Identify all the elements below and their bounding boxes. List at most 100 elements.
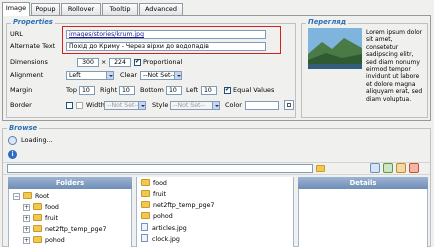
proportional-checkbox[interactable] — [134, 58, 141, 66]
folder-icon — [141, 201, 150, 208]
expand-icon[interactable]: + — [23, 204, 30, 211]
folder-icon — [141, 212, 150, 219]
tree-item-root[interactable]: − Root — [13, 192, 49, 202]
chevron-down-icon — [174, 72, 181, 79]
tree-item-label: fruit — [45, 215, 59, 222]
collapse-icon[interactable]: − — [13, 193, 20, 200]
dimension-separator: × — [101, 58, 107, 66]
border-style-value: --Not Set-- — [173, 102, 205, 109]
clear-select[interactable]: --Not Set-- — [140, 71, 182, 80]
path-input[interactable] — [7, 164, 313, 173]
list-item[interactable]: fruit — [141, 190, 166, 200]
dimensions-label: Dimensions — [10, 58, 48, 66]
browse-legend: Browse — [7, 124, 40, 132]
alignment-label: Alignment — [10, 71, 44, 79]
equal-values-checkbox[interactable] — [224, 86, 231, 94]
color-picker-button[interactable] — [284, 100, 294, 110]
alignment-select[interactable]: Left — [66, 71, 114, 80]
tab-tooltip[interactable]: Tooltip — [102, 3, 138, 15]
proportional-label: Proportional — [143, 58, 183, 66]
chevron-down-icon — [106, 72, 113, 79]
loading-spinner-icon — [8, 136, 17, 145]
border-style-label: Style — [152, 101, 169, 109]
folder-icon — [33, 236, 42, 243]
equal-values-label: Equal Values — [233, 86, 275, 94]
margin-right-input[interactable]: 10 — [119, 86, 135, 95]
expand-icon[interactable]: + — [23, 215, 30, 222]
border-width-value: --Not Set-- — [107, 102, 139, 109]
folders-header: Folders — [8, 177, 132, 189]
width-input[interactable]: 300 — [77, 58, 99, 67]
border-width-label: Width — [86, 101, 105, 109]
alignment-value: Left — [69, 72, 81, 79]
list-item-label: net2ftp_temp_pge7 — [153, 202, 215, 209]
new-folder-icon[interactable] — [396, 163, 406, 173]
url-label: URL — [10, 30, 23, 38]
tree-item-label: pohod — [45, 237, 65, 244]
loading-text: Loading... — [21, 136, 53, 144]
folder-icon — [141, 179, 150, 186]
tab-image[interactable]: Image — [2, 2, 30, 16]
info-icon[interactable]: i — [8, 150, 17, 159]
list-item[interactable]: articles.jpg — [141, 223, 187, 233]
preview-legend: Перегляд — [306, 18, 349, 26]
list-item-label: clock.jpg — [152, 236, 180, 243]
tree-item-food[interactable]: + food — [23, 203, 59, 213]
tree-item-label: food — [45, 204, 59, 211]
list-item-label: articles.jpg — [152, 225, 187, 232]
border-checkbox[interactable] — [66, 102, 73, 109]
border-width-select[interactable]: --Not Set-- — [104, 101, 146, 110]
details-pane — [298, 189, 428, 247]
chevron-down-icon — [138, 102, 145, 109]
folders-tree: − Root + food + fruit + net2ftp_temp_pge7 + p… — [8, 189, 132, 247]
list-item[interactable]: clock.jpg — [141, 234, 180, 244]
tree-item-label: Root — [35, 193, 50, 200]
clear-label: Clear — [120, 71, 137, 79]
list-item[interactable]: pohod — [141, 212, 173, 222]
tab-rollover[interactable]: Rollover — [61, 3, 101, 15]
folder-icon — [33, 203, 42, 210]
image-file-icon — [141, 223, 148, 231]
clear-value: --Not Set-- — [143, 72, 175, 79]
folder-up-icon[interactable] — [316, 163, 326, 173]
margin-label: Margin — [10, 86, 33, 94]
properties-legend: Properties — [11, 18, 55, 26]
tree-item-net2ftp[interactable]: + net2ftp_temp_pge7 — [23, 225, 107, 235]
border-width-checkbox[interactable] — [76, 102, 83, 109]
margin-bottom-input[interactable]: 10 — [166, 86, 182, 95]
tab-popup[interactable]: Popup — [31, 3, 60, 15]
margin-left-input[interactable]: 10 — [201, 86, 217, 95]
view-details-icon[interactable] — [370, 163, 380, 173]
folder-icon — [33, 225, 42, 232]
image-file-icon — [141, 234, 148, 242]
color-swatch-icon — [287, 103, 291, 107]
border-color-input[interactable] — [245, 101, 279, 110]
list-item[interactable]: food — [141, 179, 167, 189]
list-item-label: food — [153, 180, 167, 187]
expand-icon[interactable]: + — [23, 226, 30, 233]
chevron-down-icon — [212, 102, 219, 109]
preview-image — [308, 28, 362, 69]
tab-advanced[interactable]: Advanced — [139, 3, 183, 15]
list-item[interactable]: net2ftp_temp_pge7 — [141, 201, 215, 211]
folder-icon — [33, 214, 42, 221]
margin-bottom-label: Bottom — [140, 86, 164, 94]
margin-top-input[interactable]: 10 — [79, 86, 95, 95]
border-color-label: Color — [225, 101, 242, 109]
border-label: Border — [10, 101, 32, 109]
height-input[interactable]: 224 — [109, 58, 131, 67]
expand-icon[interactable]: + — [23, 237, 30, 244]
preview-text: Lorem ipsum dolor sit amet, consetetur s… — [366, 29, 423, 103]
folder-icon — [23, 192, 32, 199]
file-list: food fruit net2ftp_temp_pge7 pohod artic… — [136, 177, 294, 247]
tree-item-pohod[interactable]: + pohod — [23, 236, 65, 246]
list-item-label: fruit — [153, 191, 167, 198]
upload-icon[interactable] — [383, 163, 393, 173]
refresh-icon[interactable] — [409, 163, 419, 173]
border-style-select[interactable]: --Not Set-- — [170, 101, 220, 110]
margin-top-label: Top — [66, 86, 77, 94]
alt-text-label: Alternate Text — [10, 42, 56, 50]
margin-right-label: Right — [100, 86, 118, 94]
tree-item-fruit[interactable]: + fruit — [23, 214, 58, 224]
list-item-label: pohod — [153, 213, 173, 220]
